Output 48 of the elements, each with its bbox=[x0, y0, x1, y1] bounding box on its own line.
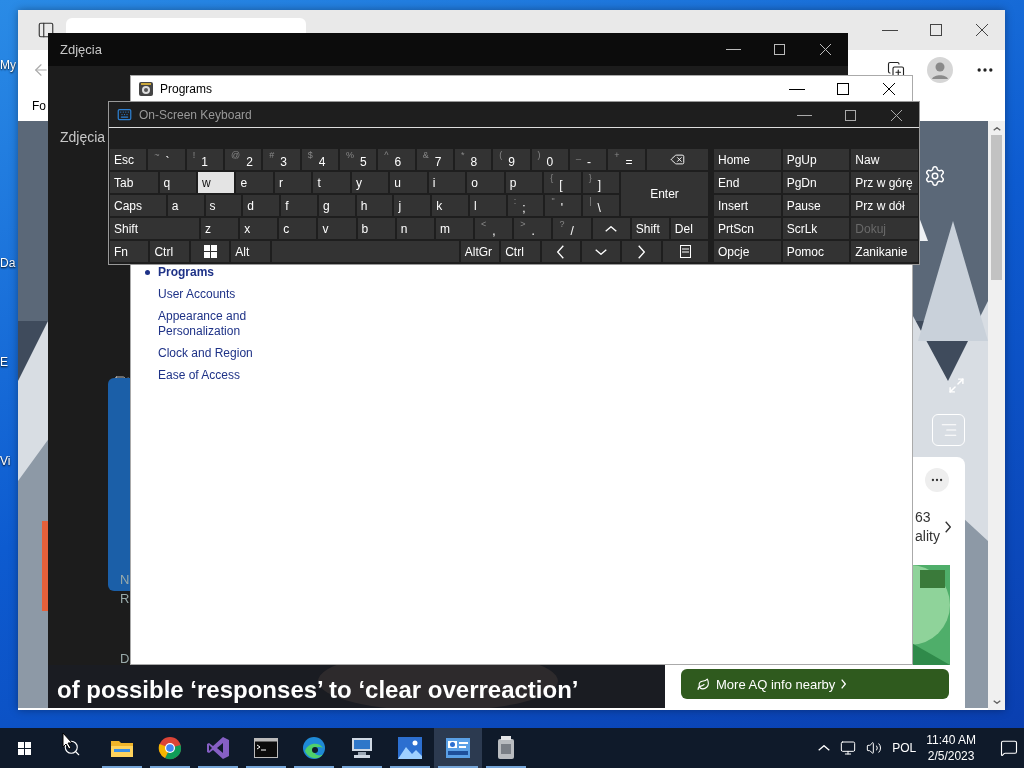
wave-icon bbox=[302, 736, 326, 760]
computer-icon bbox=[349, 736, 375, 760]
panel-icon bbox=[37, 21, 55, 39]
window-title: On-Screen Keyboard bbox=[139, 107, 253, 122]
scroll-down-icon bbox=[992, 700, 1001, 704]
keyboard-icon bbox=[117, 107, 132, 122]
folder-icon bbox=[110, 738, 134, 758]
globe-icon bbox=[158, 736, 182, 760]
language-indicator[interactable]: POL bbox=[892, 741, 917, 755]
scrollbar-thumb[interactable] bbox=[991, 135, 1002, 280]
maximize-icon bbox=[837, 83, 849, 95]
windows-logo-icon bbox=[17, 741, 31, 755]
cursor-icon bbox=[62, 732, 74, 750]
notification-icon[interactable] bbox=[1000, 739, 1018, 757]
ribbon-icon bbox=[206, 736, 230, 760]
minimize-icon bbox=[725, 49, 741, 50]
clock[interactable]: 11:40 AM 2/5/2023 bbox=[926, 732, 976, 764]
desktop-icon-label[interactable]: E bbox=[0, 355, 8, 369]
scrollbar[interactable] bbox=[988, 121, 1005, 710]
scroll-up-icon bbox=[992, 127, 1001, 131]
jar-icon bbox=[496, 736, 516, 760]
desktop-icon-label[interactable]: My bbox=[0, 58, 16, 72]
close-icon bbox=[883, 83, 895, 95]
close-icon bbox=[890, 109, 902, 121]
window-title: Zdjęcia bbox=[60, 42, 103, 57]
volume-icon[interactable] bbox=[866, 740, 883, 756]
minimize-icon bbox=[796, 114, 812, 116]
avatar-icon[interactable] bbox=[927, 57, 953, 83]
search-icon bbox=[63, 739, 81, 757]
maximize-icon bbox=[773, 44, 785, 55]
maximize-icon bbox=[844, 109, 856, 121]
minimize-icon bbox=[882, 29, 898, 31]
close-icon bbox=[819, 44, 831, 55]
maximize-icon bbox=[930, 24, 942, 36]
control-panel-icon bbox=[139, 81, 153, 96]
window-title: Programs bbox=[160, 81, 213, 96]
control-panel-icon bbox=[446, 738, 470, 758]
network-icon[interactable] bbox=[840, 740, 857, 756]
back-icon[interactable] bbox=[32, 61, 50, 79]
taskbar-app[interactable] bbox=[434, 728, 482, 768]
chevron-up-icon bbox=[818, 745, 831, 751]
desktop-icon-label[interactable]: Vi bbox=[0, 454, 11, 468]
landscape-icon bbox=[398, 737, 422, 759]
close-icon bbox=[976, 24, 988, 36]
desktop-icon-label[interactable]: Da bbox=[0, 256, 16, 270]
terminal-icon bbox=[254, 738, 278, 758]
favorites-item[interactable]: Fo bbox=[32, 98, 46, 113]
minimize-icon bbox=[789, 88, 805, 90]
